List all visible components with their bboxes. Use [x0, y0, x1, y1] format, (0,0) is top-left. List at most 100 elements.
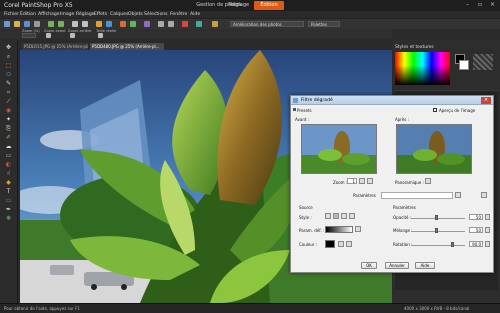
- menu-edition[interactable]: Édition: [20, 12, 36, 17]
- red-eye-tool-icon[interactable]: ◉: [3, 107, 14, 114]
- shape-tool-icon[interactable]: ▭: [3, 197, 14, 204]
- style-radial-button[interactable]: [349, 213, 355, 219]
- clone-tool-icon[interactable]: ⎘: [3, 125, 14, 132]
- adjust-icon[interactable]: [120, 21, 126, 27]
- paint-brush-icon[interactable]: ✐: [3, 134, 14, 141]
- rotation-slider-thumb[interactable]: [451, 242, 454, 247]
- copy-icon[interactable]: [72, 21, 78, 27]
- menu-image[interactable]: Image: [60, 12, 74, 17]
- open-icon[interactable]: [14, 21, 20, 27]
- melange-spinner[interactable]: [485, 227, 490, 233]
- tab-reglage[interactable]: Réglage: [224, 1, 254, 10]
- opacite-spinner[interactable]: [485, 214, 490, 220]
- new-icon[interactable]: [4, 21, 10, 27]
- maximize-icon[interactable]: ▫: [478, 1, 482, 8]
- menu-objets[interactable]: Objets: [128, 12, 143, 17]
- opacite-slider-thumb[interactable]: [435, 215, 438, 220]
- cancel-button[interactable]: Annuler: [385, 262, 409, 269]
- zoom-percent-field[interactable]: [22, 33, 36, 38]
- menu-reglage[interactable]: Réglage: [76, 12, 95, 17]
- doc-tab-1[interactable]: P5DLR15.JPG @ 25% (Arrière-plan): [22, 43, 88, 50]
- redo-icon[interactable]: [58, 21, 64, 27]
- paste-icon[interactable]: [82, 21, 88, 27]
- ok-button[interactable]: OK: [361, 262, 377, 269]
- warp-brush-icon[interactable]: ❋: [3, 215, 14, 222]
- presets-icon[interactable]: [293, 108, 296, 111]
- menu-fenetre[interactable]: Fenêtre: [170, 12, 187, 17]
- layers-icon[interactable]: [130, 21, 136, 27]
- menu-fichier[interactable]: Fichier: [4, 12, 19, 17]
- pen-tool-icon[interactable]: ✒: [3, 206, 14, 213]
- zoom-in-icon[interactable]: [46, 33, 51, 38]
- actual-size-icon[interactable]: [98, 33, 103, 38]
- dialog-close-button[interactable]: ×: [481, 97, 491, 104]
- pan-button[interactable]: [425, 178, 431, 184]
- palettes-dropdown[interactable]: Palettes: [308, 21, 340, 27]
- save-preset-button[interactable]: [455, 192, 461, 198]
- zoom-tool-icon[interactable]: ⌕: [3, 53, 14, 60]
- melange-slider-thumb[interactable]: [435, 228, 438, 233]
- ruler-icon[interactable]: [168, 21, 174, 27]
- smudge-tool-icon[interactable]: ☝: [3, 170, 14, 177]
- effects-icon[interactable]: [144, 21, 150, 27]
- selection-tool-icon[interactable]: ⬭: [3, 71, 14, 78]
- color-swatch[interactable]: [325, 240, 335, 248]
- red-eye-icon[interactable]: [182, 21, 188, 27]
- gradient-menu-button[interactable]: [355, 226, 361, 232]
- style-sunburst-button[interactable]: [341, 213, 347, 219]
- melange-field[interactable]: 50: [469, 227, 483, 233]
- preview-checkbox[interactable]: [433, 108, 437, 112]
- makeover-tool-icon[interactable]: ✦: [3, 116, 14, 123]
- crop-icon[interactable]: [96, 21, 102, 27]
- reset-button[interactable]: [481, 192, 487, 198]
- before-preview[interactable]: [301, 124, 377, 174]
- rotation-slider[interactable]: [411, 245, 465, 246]
- texture-preview[interactable]: [473, 54, 493, 70]
- enhance-photo-dropdown[interactable]: Amélioration des photos: [230, 21, 304, 27]
- photo-fix-icon[interactable]: [212, 21, 218, 27]
- opacite-slider[interactable]: [411, 218, 465, 219]
- doc-tab-2[interactable]: P5DD480.JPG @ 25% (Arrière-pl...: [90, 43, 164, 50]
- flood-fill-icon[interactable]: ◆: [3, 179, 14, 186]
- grid-icon[interactable]: [158, 21, 164, 27]
- zoom-in-button[interactable]: [359, 178, 365, 184]
- undo-icon[interactable]: [48, 21, 54, 27]
- style-rect-button[interactable]: [333, 213, 339, 219]
- parametres-dropdown[interactable]: [381, 192, 453, 199]
- dropper-tool-icon[interactable]: ✎: [3, 80, 14, 87]
- rotation-field[interactable]: 90.0: [469, 241, 483, 247]
- color-picker-button[interactable]: [338, 241, 344, 247]
- gradient-swatch[interactable]: [325, 226, 353, 233]
- straighten-tool-icon[interactable]: ⟋: [3, 98, 14, 105]
- lighten-darken-icon[interactable]: ◐: [3, 161, 14, 168]
- zoom-out-icon[interactable]: [70, 33, 75, 38]
- background-swatch[interactable]: [459, 60, 469, 70]
- pan-tool-icon[interactable]: ✥: [3, 44, 14, 51]
- zoom-field[interactable]: 1: [347, 178, 357, 184]
- magic-fill-icon[interactable]: [196, 21, 202, 27]
- rotation-spinner[interactable]: [485, 241, 490, 247]
- tab-edition[interactable]: Édition: [254, 1, 284, 10]
- minimize-icon[interactable]: –: [466, 1, 469, 8]
- after-preview[interactable]: [396, 124, 472, 174]
- resize-icon[interactable]: [106, 21, 112, 27]
- color-eyedropper-button[interactable]: [346, 241, 352, 247]
- help-button[interactable]: Aide: [415, 262, 435, 269]
- menu-calques[interactable]: Calques: [110, 12, 128, 17]
- melange-slider[interactable]: [411, 231, 465, 232]
- menu-selections[interactable]: Sélections: [144, 12, 168, 17]
- style-linear-button[interactable]: [325, 213, 331, 219]
- deform-tool-icon[interactable]: ⬚: [3, 62, 14, 69]
- menu-affichage[interactable]: Affichage: [38, 12, 60, 17]
- crop-tool-icon[interactable]: ⌗: [3, 89, 14, 96]
- eraser-tool-icon[interactable]: ▭: [3, 152, 14, 159]
- airbrush-icon[interactable]: ☁: [3, 143, 14, 150]
- menu-effets[interactable]: Effets: [94, 12, 107, 17]
- text-tool-icon[interactable]: T: [3, 188, 14, 195]
- print-icon[interactable]: [34, 21, 40, 27]
- opacite-field[interactable]: 50: [469, 214, 483, 220]
- close-icon[interactable]: ×: [490, 1, 495, 8]
- save-icon[interactable]: [24, 21, 30, 27]
- zoom-out-button[interactable]: [367, 178, 373, 184]
- menu-aide[interactable]: Aide: [190, 12, 200, 17]
